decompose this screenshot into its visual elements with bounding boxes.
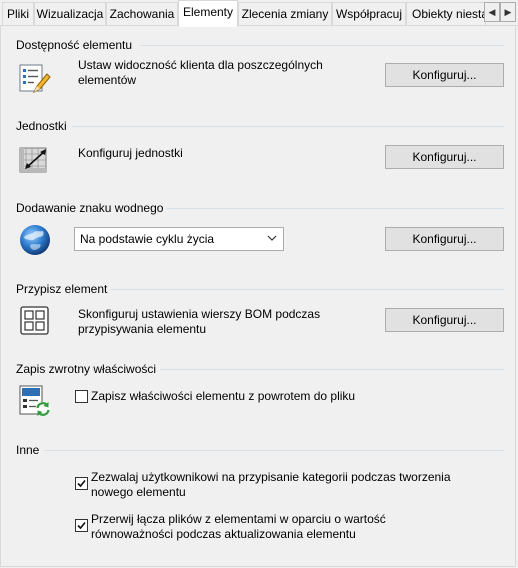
section-divider: [166, 208, 504, 209]
globe-icon: [18, 223, 52, 257]
break-file-links-label[interactable]: Przerwij łącza plików z elementami w opa…: [91, 512, 421, 542]
chevron-down-icon: [267, 232, 277, 244]
section-divider: [72, 126, 504, 127]
assign-description: Skonfiguruj ustawienia wierszy BOM podcz…: [78, 307, 321, 336]
configure-watermark-button[interactable]: Konfiguruj...: [385, 227, 504, 251]
visibility-description: Ustaw widoczność klienta dla poszczególn…: [78, 58, 323, 87]
chevron-right-icon: ▶: [504, 7, 512, 17]
configure-units-button[interactable]: Konfiguruj...: [385, 145, 504, 169]
allow-category-checkbox[interactable]: [75, 477, 88, 490]
section-title-other: Inne: [16, 443, 44, 457]
section-title-writeback: Zapis zwrotny właściwości: [16, 362, 161, 376]
checkmark-icon: [77, 521, 86, 530]
writeback-checkbox[interactable]: [75, 390, 88, 403]
section-title-assign: Przypisz element: [16, 282, 112, 296]
break-file-links-checkbox[interactable]: [75, 519, 88, 532]
section-title-visibility: Dostępność elementu: [16, 38, 137, 52]
units-ruler-icon: [18, 142, 52, 176]
section-divider: [160, 369, 504, 370]
tab-zlecenia-zmiany[interactable]: Zlecenia zmiany: [238, 2, 332, 25]
units-description: Konfiguruj jednostki: [78, 146, 183, 160]
chevron-left-icon: ◀: [488, 7, 496, 17]
configure-visibility-button[interactable]: Konfiguruj...: [385, 63, 504, 87]
tab-scroll-right-button[interactable]: ▶: [500, 2, 516, 22]
section-title-watermark: Dodawanie znaku wodnego: [16, 201, 168, 215]
checkmark-icon: [77, 479, 86, 488]
tab-wizualizacja[interactable]: Wizualizacja: [34, 2, 106, 25]
watermark-select[interactable]: Na podstawie cyklu życia: [74, 227, 284, 251]
allow-category-label[interactable]: Zezwalaj użytkownikowi na przypisanie ka…: [91, 470, 461, 500]
writeback-checkbox-label[interactable]: Zapisz właściwości elementu z powrotem d…: [91, 389, 355, 404]
checklist-pencil-icon: [18, 62, 52, 96]
watermark-select-value: Na podstawie cyklu życia: [80, 232, 215, 246]
tab-scroll-left-button[interactable]: ◀: [484, 2, 500, 22]
tab-obiekty-niestandardowe[interactable]: Obiekty niesta: [406, 2, 486, 25]
tab-zachowania[interactable]: Zachowania: [106, 2, 178, 25]
properties-sync-icon: [18, 384, 52, 418]
configure-assign-button[interactable]: Konfiguruj...: [385, 308, 504, 332]
grid-bom-icon: [18, 304, 52, 338]
section-divider: [109, 289, 504, 290]
tab-wspolpracuj[interactable]: Współpracuj: [332, 2, 406, 25]
section-divider: [44, 450, 504, 451]
section-title-units: Jednostki: [16, 119, 71, 133]
section-divider: [140, 45, 504, 46]
tab-elementy[interactable]: Elementy: [178, 0, 238, 27]
tab-pliki[interactable]: Pliki: [2, 2, 34, 25]
tab-strip: Pliki Wizualizacja Zachowania Elementy Z…: [0, 0, 518, 27]
